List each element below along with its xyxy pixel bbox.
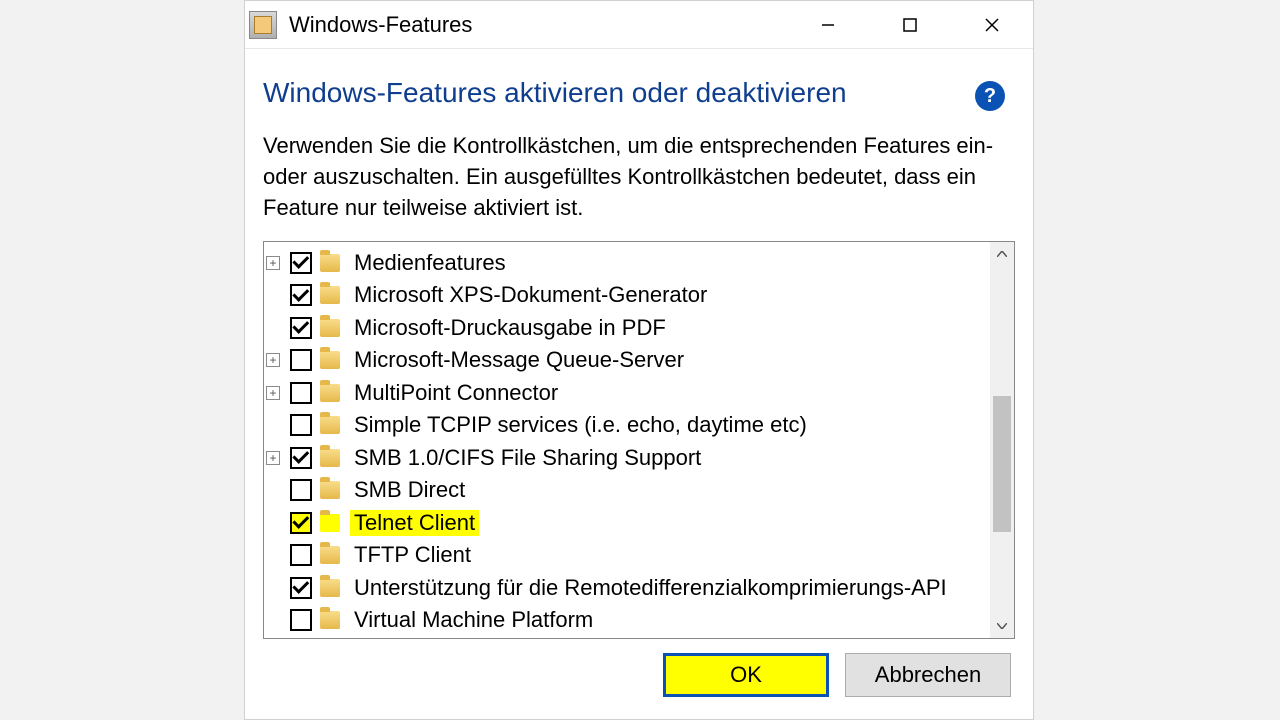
feature-row[interactable]: Virtual Machine Platform	[266, 604, 988, 637]
close-button[interactable]	[951, 1, 1033, 48]
folder-icon	[320, 579, 340, 597]
scroll-down-button[interactable]	[990, 614, 1014, 638]
feature-checkbox[interactable]	[290, 414, 312, 436]
ok-button[interactable]: OK	[663, 653, 829, 697]
dialog-buttons: OK Abbrechen	[263, 639, 1015, 697]
expander-spacer	[266, 418, 280, 432]
window-controls	[787, 1, 1033, 48]
feature-label: Medienfeatures	[350, 250, 510, 276]
scroll-up-button[interactable]	[990, 242, 1014, 266]
folder-icon	[320, 514, 340, 532]
feature-row[interactable]: SMB Direct	[266, 474, 988, 507]
feature-row[interactable]: Microsoft XPS-Dokument-Generator	[266, 279, 988, 312]
folder-icon	[320, 449, 340, 467]
folder-icon	[320, 319, 340, 337]
folder-icon	[320, 416, 340, 434]
feature-checkbox[interactable]	[290, 479, 312, 501]
cancel-button[interactable]: Abbrechen	[845, 653, 1011, 697]
expander-spacer	[266, 288, 280, 302]
feature-checkbox[interactable]	[290, 544, 312, 566]
feature-label: SMB 1.0/CIFS File Sharing Support	[350, 445, 705, 471]
feature-list[interactable]: + Medienfeatures Microsoft XPS-Dokument-Ge…	[264, 242, 990, 638]
feature-label: SMB Direct	[350, 477, 469, 503]
minimize-button[interactable]	[787, 1, 869, 48]
expand-icon[interactable]: +	[266, 386, 280, 400]
feature-label: Virtual Machine Platform	[350, 607, 597, 633]
feature-checkbox[interactable]	[290, 382, 312, 404]
feature-label: Microsoft-Druckausgabe in PDF	[350, 315, 670, 341]
expander-spacer	[266, 548, 280, 562]
maximize-button[interactable]	[869, 1, 951, 48]
feature-label: Telnet Client	[350, 510, 479, 536]
feature-row[interactable]: TFTP Client	[266, 539, 988, 572]
folder-icon	[320, 546, 340, 564]
expander-spacer	[266, 321, 280, 335]
feature-label: Simple TCPIP services (i.e. echo, daytim…	[350, 412, 811, 438]
feature-row[interactable]: Telnet Client	[266, 506, 988, 539]
feature-row[interactable]: Unterstützung für die Remotedifferenzial…	[266, 571, 988, 604]
expander-spacer	[266, 581, 280, 595]
feature-checkbox[interactable]	[290, 512, 312, 534]
feature-checkbox[interactable]	[290, 252, 312, 274]
feature-label: Microsoft XPS-Dokument-Generator	[350, 282, 711, 308]
feature-row[interactable]: + SMB 1.0/CIFS File Sharing Support	[266, 441, 988, 474]
feature-label: Microsoft-Message Queue-Server	[350, 347, 688, 373]
feature-checkbox[interactable]	[290, 284, 312, 306]
expand-icon[interactable]: +	[266, 353, 280, 367]
titlebar[interactable]: Windows-Features	[245, 1, 1033, 49]
help-icon[interactable]: ?	[975, 81, 1005, 111]
expand-icon[interactable]: +	[266, 256, 280, 270]
folder-icon	[320, 384, 340, 402]
feature-label: MultiPoint Connector	[350, 380, 562, 406]
expand-icon[interactable]: +	[266, 451, 280, 465]
feature-row[interactable]: + Microsoft-Message Queue-Server	[266, 344, 988, 377]
feature-row[interactable]: Simple TCPIP services (i.e. echo, daytim…	[266, 409, 988, 442]
folder-icon	[320, 481, 340, 499]
expander-spacer	[266, 483, 280, 497]
feature-row[interactable]: Microsoft-Druckausgabe in PDF	[266, 311, 988, 344]
feature-checkbox[interactable]	[290, 609, 312, 631]
window-title: Windows-Features	[289, 12, 787, 38]
scrollbar[interactable]	[990, 242, 1014, 638]
folder-icon	[320, 611, 340, 629]
feature-checkbox[interactable]	[290, 447, 312, 469]
feature-label: TFTP Client	[350, 542, 475, 568]
expander-spacer	[266, 613, 280, 627]
feature-row[interactable]: + Medienfeatures	[266, 246, 988, 279]
folder-icon	[320, 351, 340, 369]
folder-icon	[320, 286, 340, 304]
scroll-thumb[interactable]	[993, 396, 1011, 532]
feature-label: Unterstützung für die Remotedifferenzial…	[350, 575, 951, 601]
dialog-heading: Windows-Features aktivieren oder deaktiv…	[263, 77, 847, 109]
folder-icon	[320, 254, 340, 272]
feature-checkbox[interactable]	[290, 349, 312, 371]
app-icon	[249, 11, 277, 39]
feature-row[interactable]: + MultiPoint Connector	[266, 376, 988, 409]
expander-spacer	[266, 516, 280, 530]
feature-tree: + Medienfeatures Microsoft XPS-Dokument-Ge…	[263, 241, 1015, 639]
windows-features-dialog: Windows-Features Windows-Features aktivi…	[244, 0, 1034, 720]
dialog-content: Windows-Features aktivieren oder deaktiv…	[245, 49, 1033, 719]
feature-checkbox[interactable]	[290, 317, 312, 339]
feature-checkbox[interactable]	[290, 577, 312, 599]
dialog-description: Verwenden Sie die Kontrollkästchen, um d…	[263, 131, 1015, 223]
